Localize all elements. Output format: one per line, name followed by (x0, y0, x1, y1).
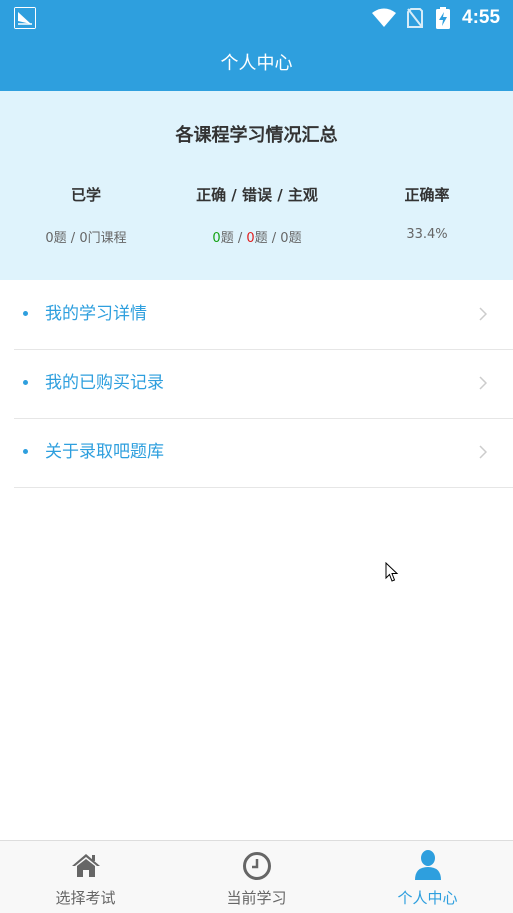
page-title: 个人中心 (220, 53, 293, 74)
bottom-nav: 选择考试 当前学习 个人中心 (0, 840, 513, 913)
menu-item-about[interactable]: 关于录取吧题库 (14, 418, 513, 488)
battery-charging-icon (436, 7, 450, 29)
learned-value: 0题 / 0门课程 (45, 231, 127, 246)
accuracy-value: 33.4% (406, 227, 448, 242)
mouse-cursor-icon (385, 562, 399, 582)
user-icon (415, 850, 441, 880)
app-icon (14, 7, 36, 29)
app-bar: 个人中心 (0, 36, 513, 91)
home-icon (72, 854, 100, 877)
chevron-right-icon (479, 376, 487, 390)
menu-item-label: 关于录取吧题库 (45, 442, 164, 462)
tab-label: 选择考试 (55, 889, 116, 907)
wifi-icon (372, 8, 396, 27)
status-time: 4:55 (462, 7, 501, 28)
tab-personal-center[interactable]: 个人中心 (342, 841, 513, 913)
status-bar: 4:55 (0, 0, 513, 36)
bullet-icon (23, 380, 28, 385)
menu-item-study-details[interactable]: 我的学习详情 (14, 280, 513, 350)
menu-item-label: 我的已购买记录 (45, 373, 164, 393)
learning-summary-panel: 各课程学习情况汇总 已学 0题 / 0门课程 正确 / 错误 / 主观 0题 /… (0, 91, 513, 280)
tab-select-exam[interactable]: 选择考试 (0, 841, 171, 913)
no-sim-icon (407, 8, 423, 28)
bullet-icon (23, 311, 28, 316)
bullet-icon (23, 449, 28, 454)
tab-current-study[interactable]: 当前学习 (171, 841, 342, 913)
clock-icon (243, 852, 271, 880)
wrong-unit: 题 / (254, 231, 281, 246)
menu-item-label: 我的学习详情 (45, 304, 147, 324)
menu-item-purchase-records[interactable]: 我的已购买记录 (14, 349, 513, 419)
accuracy-label: 正确率 (404, 186, 450, 204)
correct-unit: 题 / (220, 231, 247, 246)
tab-label: 个人中心 (397, 889, 458, 907)
correct-wrong-subjective-label: 正确 / 错误 / 主观 (196, 186, 318, 204)
chevron-right-icon (479, 307, 487, 321)
learned-label: 已学 (70, 186, 101, 204)
tab-label: 当前学习 (226, 889, 287, 907)
summary-title: 各课程学习情况汇总 (175, 125, 338, 146)
subjective-count: 0题 (280, 231, 302, 246)
wrong-count: 0 (246, 231, 255, 246)
correct-count: 0 (212, 231, 221, 246)
chevron-right-icon (479, 445, 487, 459)
correct-wrong-subjective-value: 0题 / 0题 / 0题 (167, 227, 347, 246)
